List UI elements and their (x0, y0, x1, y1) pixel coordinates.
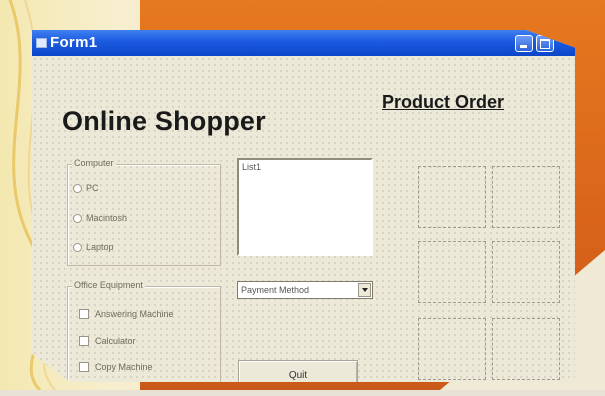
checkbox-calculator-label: Calculator (95, 336, 136, 346)
image-placeholder-5 (418, 318, 486, 380)
checkbox-icon (79, 309, 89, 319)
title-bar[interactable]: Form1 (32, 30, 575, 56)
radio-macintosh-label: Macintosh (86, 213, 128, 223)
image-placeholder-3 (418, 241, 486, 303)
dropdown-arrow-icon[interactable] (358, 283, 371, 297)
product-listbox[interactable]: List1 (237, 158, 373, 256)
checkbox-answering-machine-label: Answering Machine (95, 309, 174, 319)
checkbox-icon (79, 336, 89, 346)
radio-circle-icon (73, 242, 82, 252)
page-title: Online Shopper (62, 106, 266, 136)
checkbox-answering-machine[interactable]: Answering Machine (79, 309, 174, 319)
checkbox-copy-machine-label: Copy Machine (95, 362, 153, 372)
radio-macintosh[interactable]: Macintosh (73, 213, 127, 223)
radio-laptop-label: Laptop (86, 242, 114, 252)
payment-method-combo[interactable]: Payment Method (237, 281, 373, 299)
payment-method-value: Payment Method (241, 285, 310, 295)
image-placeholder-2 (492, 166, 560, 228)
window-title: Form1 (50, 34, 98, 51)
form-icon (36, 38, 47, 48)
checkbox-icon (79, 362, 89, 372)
image-placeholder-1 (418, 166, 486, 228)
office-frame-caption: Office Equipment (72, 280, 145, 290)
radio-circle-icon (73, 183, 82, 193)
computer-frame: Computer PC Macintosh Laptop (67, 158, 221, 266)
radio-laptop[interactable]: Laptop (73, 242, 114, 252)
image-placeholder-6 (492, 318, 560, 380)
radio-pc[interactable]: PC (73, 183, 99, 193)
radio-pc-label: PC (86, 183, 99, 193)
computer-frame-caption: Computer (72, 158, 116, 168)
checkbox-calculator[interactable]: Calculator (79, 336, 136, 346)
image-placeholder-4 (492, 241, 560, 303)
form-client-area: Product Order Online Shopper Computer PC… (32, 56, 575, 382)
office-equipment-frame: Office Equipment Answering Machine Calcu… (67, 280, 221, 382)
checkbox-copy-machine[interactable]: Copy Machine (79, 362, 153, 372)
minimize-button[interactable] (515, 35, 533, 52)
radio-circle-icon (73, 213, 82, 223)
form-window: Form1 Product Order Online Shopper Compu… (32, 30, 575, 382)
product-order-label: Product Order (382, 92, 505, 112)
list-item: List1 (242, 162, 262, 172)
